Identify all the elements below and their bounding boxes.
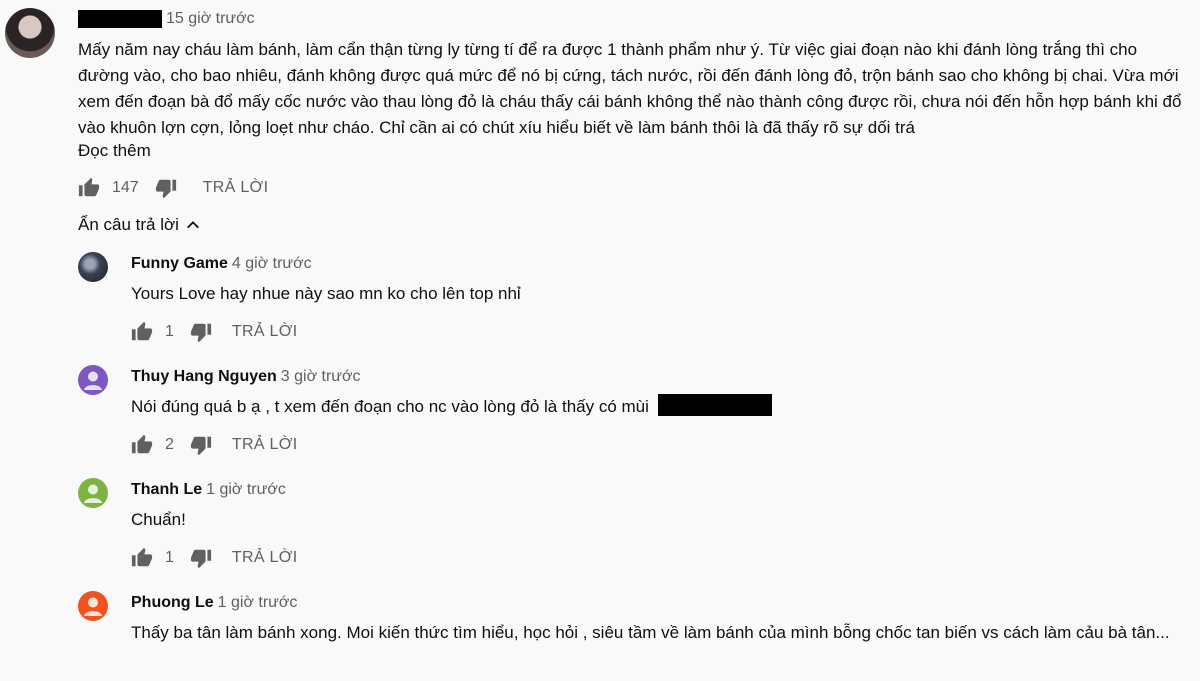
person-avatar-icon[interactable]	[78, 591, 108, 621]
thumb-up-icon[interactable]	[131, 434, 153, 456]
thumb-down-icon[interactable]	[190, 547, 212, 569]
thumb-up-icon[interactable]	[131, 547, 153, 569]
reply-button[interactable]: TRẢ LỜI	[232, 323, 298, 341]
hide-replies-toggle[interactable]: Ẩn câu trả lời	[78, 213, 201, 237]
reply-author[interactable]: Thuy Hang Nguyen	[131, 368, 277, 385]
commenter-avatar[interactable]	[5, 8, 55, 58]
reply-text: Yours Love hay nhue này sao mn ko cho lê…	[131, 284, 521, 303]
comment-time: 15 giờ trước	[166, 10, 255, 27]
thumb-up-icon[interactable]	[78, 177, 100, 199]
redacted-text	[657, 394, 772, 416]
reply-time: 1 giờ trước	[217, 594, 298, 611]
person-avatar-icon[interactable]	[78, 365, 108, 395]
reply-text: Nói đúng quá b ạ , t xem đến đoạn cho nc…	[131, 397, 649, 416]
thumb-up-icon[interactable]	[131, 321, 153, 343]
thumb-down-icon[interactable]	[190, 321, 212, 343]
like-count: 147	[112, 179, 139, 196]
chevron-up-icon	[186, 221, 199, 229]
reply-text: Thấy ba tân làm bánh xong. Moi kiến thức…	[131, 623, 1170, 642]
reply-button[interactable]: TRẢ LỜI	[232, 436, 298, 454]
reply-button[interactable]: TRẢ LỜI	[232, 549, 298, 567]
comment-text: Mấy năm nay cháu làm bánh, làm cẩn thận …	[78, 40, 1182, 137]
read-more-link[interactable]: Đọc thêm	[78, 141, 151, 161]
reply-time: 1 giờ trước	[206, 481, 286, 498]
hide-replies-label: Ẩn câu trả lời	[78, 215, 179, 234]
thumb-down-icon[interactable]	[190, 434, 212, 456]
reply-author[interactable]: Thanh Le	[131, 481, 202, 498]
reply-button[interactable]: TRẢ LỜI	[203, 179, 269, 197]
reply-comment: Thuy Hang Nguyen 3 giờ trước Nói đúng quá…	[0, 363, 1200, 463]
reply-text: Chuẩn!	[131, 510, 186, 529]
reply-time: 3 giờ trước	[280, 368, 361, 385]
redacted-author-name	[78, 9, 162, 28]
reply-author[interactable]: Funny Game	[131, 255, 228, 272]
reply-comment: Funny Game 4 giờ trước Yours Love hay nhu…	[0, 250, 1200, 350]
reply-avatar[interactable]	[78, 252, 108, 282]
person-avatar-icon[interactable]	[78, 478, 108, 508]
reply-time: 4 giờ trước	[231, 255, 312, 272]
reply-comment: Thanh Le 1 giờ trước Chuẩn! 1 TRẢ LỜI	[0, 476, 1200, 576]
like-count: 1	[165, 549, 174, 566]
thumb-down-icon[interactable]	[155, 177, 177, 199]
reply-comment: Phuong Le 1 giờ trước Thấy ba tân làm bán…	[0, 589, 1200, 681]
like-count: 2	[165, 436, 174, 453]
top-comment: 15 giờ trước Mấy năm nay cháu làm bánh, …	[0, 0, 1200, 200]
like-count: 1	[165, 323, 174, 340]
reply-author[interactable]: Phuong Le	[131, 594, 214, 611]
